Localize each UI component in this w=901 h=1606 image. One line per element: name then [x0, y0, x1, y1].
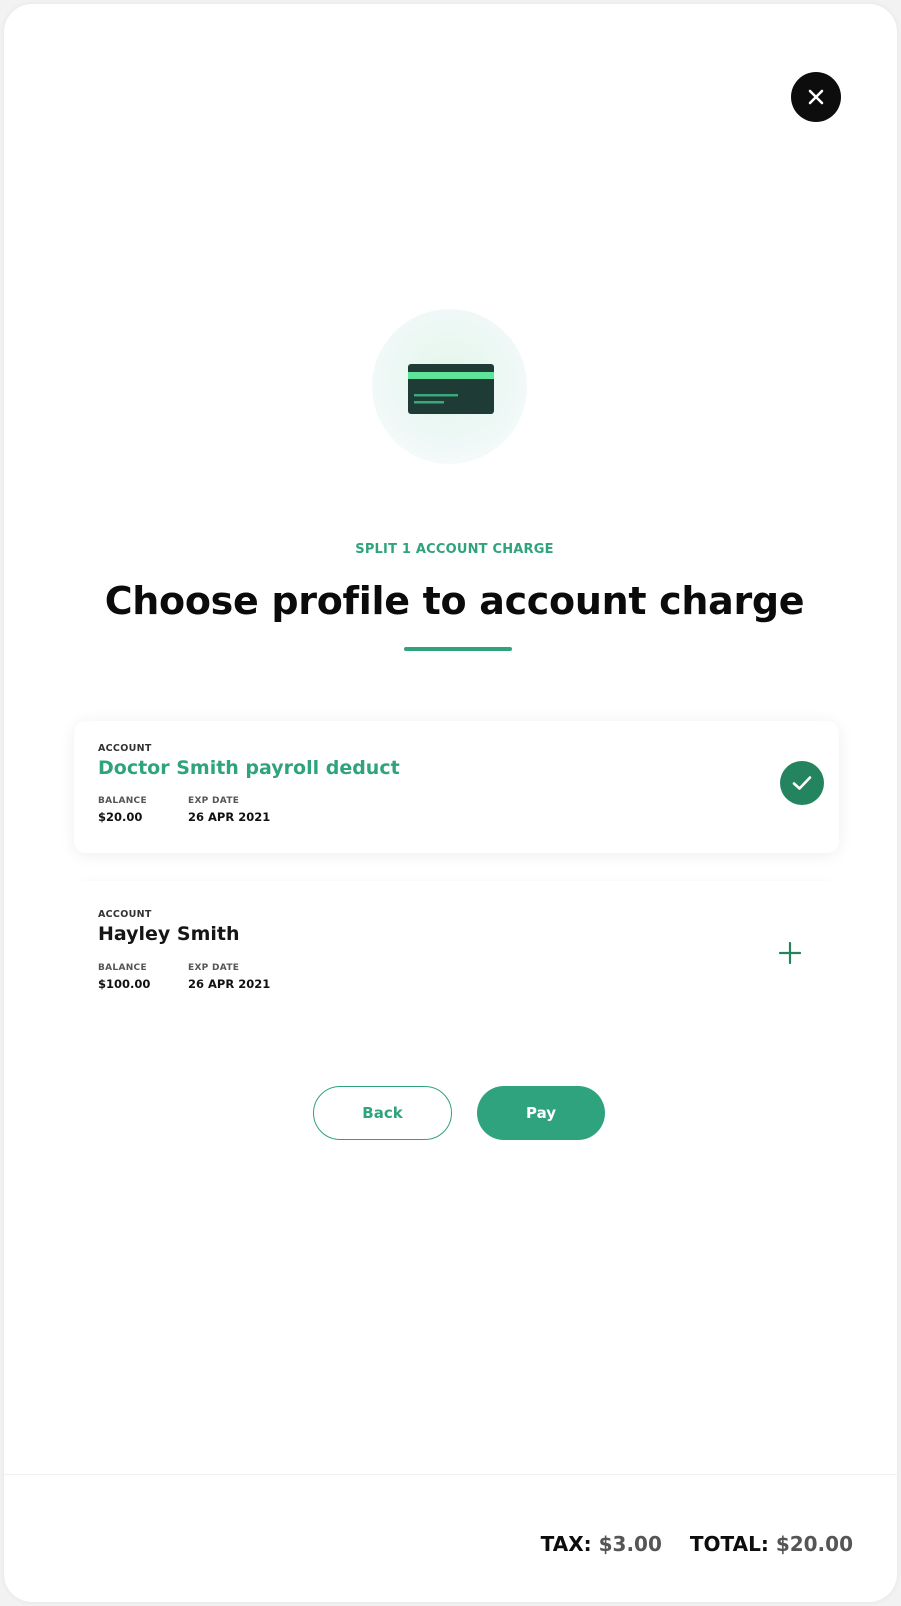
credit-card-illustration	[372, 309, 527, 464]
title-underline	[404, 647, 512, 651]
close-button[interactable]	[791, 72, 841, 122]
back-button[interactable]: Back	[313, 1086, 452, 1140]
balance-value: $20.00	[98, 810, 143, 824]
tax-label: TAX:	[540, 1532, 592, 1556]
account-name: Doctor Smith payroll deduct	[98, 757, 400, 779]
balance-label: BALANCE	[98, 796, 147, 806]
account-label: ACCOUNT	[98, 743, 152, 754]
exp-date-value: 26 APR 2021	[188, 977, 271, 991]
footer-divider	[4, 1474, 897, 1475]
account-card-hayley-smith[interactable]: ACCOUNT Hayley Smith BALANCE $100.00 EXP…	[74, 881, 839, 1028]
exp-date-label: EXP DATE	[188, 796, 240, 806]
step-eyebrow: SPLIT 1 ACCOUNT CHARGE	[355, 542, 554, 557]
total-label: TOTAL:	[689, 1532, 769, 1556]
add-account-button[interactable]	[774, 937, 806, 969]
tax-value: $3.00	[598, 1532, 662, 1556]
pay-button[interactable]: Pay	[477, 1086, 605, 1140]
account-label: ACCOUNT	[98, 909, 152, 920]
balance-label: BALANCE	[98, 963, 147, 973]
account-name: Hayley Smith	[98, 923, 240, 945]
account-card-doctor-smith[interactable]: ACCOUNT Doctor Smith payroll deduct BALA…	[74, 721, 839, 853]
exp-date-value: 26 APR 2021	[188, 810, 271, 824]
exp-date-label: EXP DATE	[188, 963, 240, 973]
selected-check-button[interactable]	[780, 761, 824, 805]
balance-value: $100.00	[98, 977, 151, 991]
page-title: Choose profile to account charge	[104, 579, 805, 623]
close-icon	[808, 89, 824, 105]
total-value: $20.00	[775, 1532, 853, 1556]
totals-summary: TAX: $3.00 TOTAL: $20.00	[541, 1532, 853, 1556]
total-summary: TOTAL: $20.00	[690, 1532, 853, 1556]
account-charge-modal: SPLIT 1 ACCOUNT CHARGE Choose profile to…	[4, 4, 897, 1602]
plus-icon	[778, 941, 802, 965]
tax-summary: TAX: $3.00	[541, 1532, 662, 1556]
credit-card-icon	[408, 364, 494, 414]
checkmark-icon	[792, 776, 812, 790]
